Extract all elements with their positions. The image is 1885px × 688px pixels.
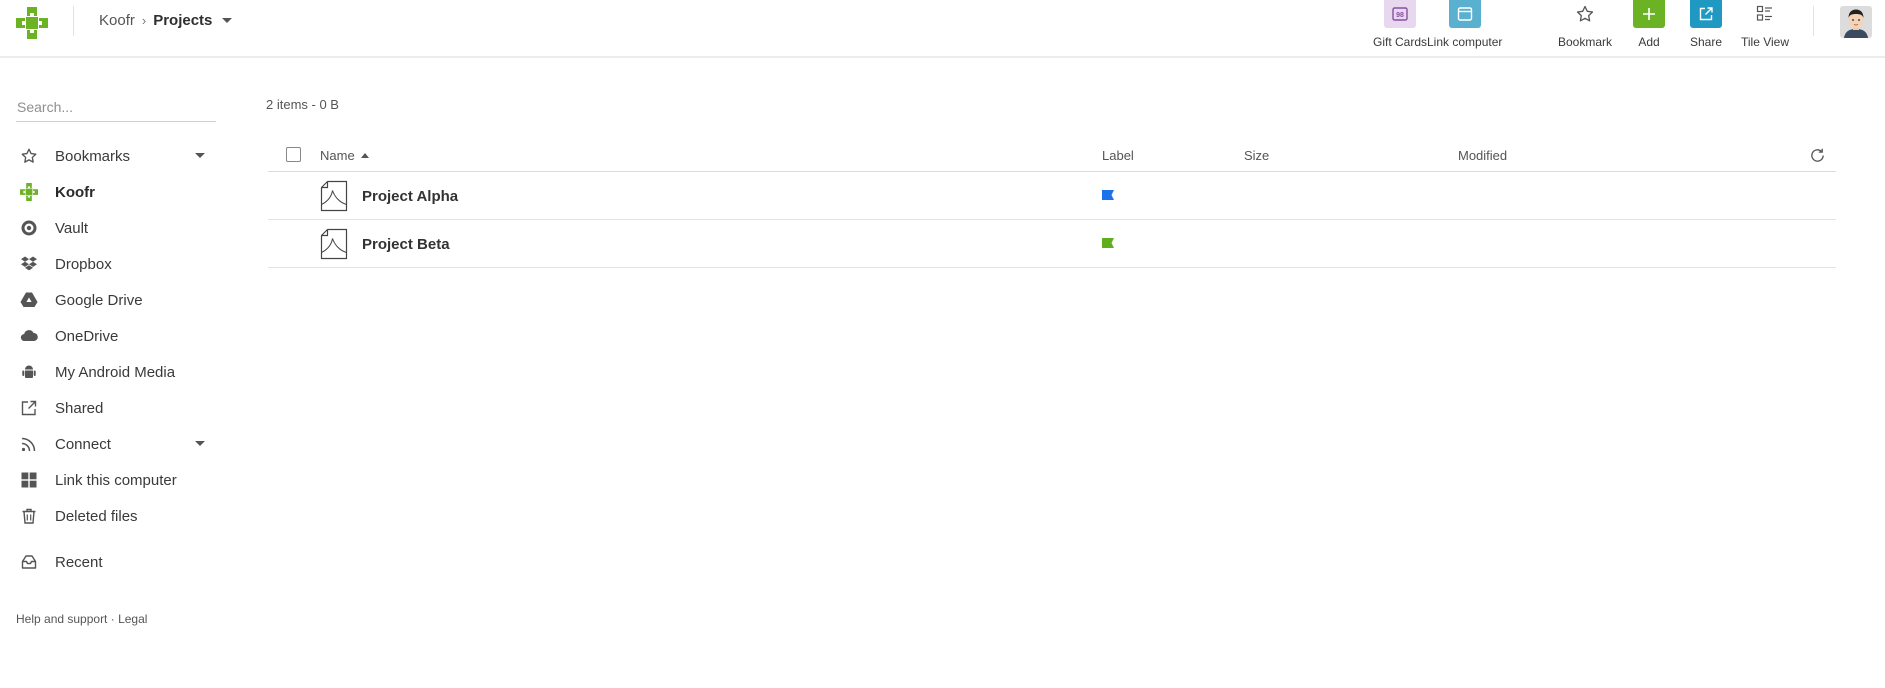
breadcrumb-separator: › [141, 13, 147, 28]
sidebar-item-shared[interactable]: Shared [20, 390, 210, 426]
koofr-logo-icon[interactable] [16, 7, 48, 39]
vault-icon [20, 219, 38, 237]
link-computer-label: Link computer [1427, 35, 1503, 49]
items-summary: 2 items - 0 B [266, 97, 339, 112]
table-row[interactable]: Project Beta [268, 220, 1836, 268]
svg-text:98: 98 [1396, 12, 1404, 19]
table-header: Name Label Size Modified [268, 140, 1836, 172]
sidebar-item-deleted-files[interactable]: Deleted files [20, 498, 210, 534]
column-size[interactable]: Size [1244, 148, 1269, 163]
add-button[interactable]: Add [1633, 0, 1665, 49]
chevron-down-icon[interactable] [222, 18, 233, 23]
tile-view-label: Tile View [1741, 35, 1790, 49]
sidebar-item-my-android-media[interactable]: My Android Media [20, 354, 210, 390]
tile-view-button[interactable]: Tile View [1741, 0, 1789, 49]
sidebar-item-label: Connect [55, 435, 111, 453]
link-computer-button[interactable]: Link computer [1427, 0, 1502, 49]
recent-icon [20, 553, 38, 571]
sidebar-item-label: Link this computer [55, 471, 177, 489]
sidebar-item-connect[interactable]: Connect [20, 426, 210, 462]
sort-ascending-icon [360, 153, 369, 158]
trash-icon [20, 507, 38, 525]
label-flag-icon[interactable] [1102, 190, 1114, 200]
add-label: Add [1638, 35, 1660, 49]
window-icon [1448, 0, 1481, 28]
sidebar-item-label: OneDrive [55, 327, 119, 345]
gift-card-icon: 98 [1384, 0, 1416, 28]
gift-cards-button[interactable]: 98 Gift Cards [1373, 0, 1427, 49]
file-name[interactable]: Project Alpha [362, 188, 458, 205]
share-icon [1690, 0, 1723, 28]
sidebar-item-google-drive[interactable]: Google Drive [20, 282, 210, 318]
google-drive-icon [20, 291, 38, 309]
sidebar-item-label: Recent [55, 553, 103, 571]
chevron-down-icon[interactable] [195, 153, 205, 158]
android-icon [20, 363, 38, 381]
sidebar-item-dropbox[interactable]: Dropbox [20, 246, 210, 282]
star-outline-icon [1569, 0, 1601, 28]
share-label: Share [1690, 35, 1723, 49]
share-button[interactable]: Share [1690, 0, 1722, 49]
select-all-checkbox[interactable] [286, 147, 301, 162]
sidebar-item-vault[interactable]: Vault [20, 210, 210, 246]
sidebar-item-label: Bookmarks [55, 147, 131, 165]
label-flag-icon[interactable] [1102, 238, 1114, 248]
sidebar-item-label: Vault [55, 219, 89, 237]
breadcrumb: Koofr › Projects [99, 12, 233, 29]
share-outline-icon [20, 399, 38, 417]
bookmark-button[interactable]: Bookmark [1558, 0, 1612, 49]
breadcrumb-root[interactable]: Koofr [99, 12, 135, 29]
sidebar-item-onedrive[interactable]: OneDrive [20, 318, 210, 354]
sidebar-item-label: My Android Media [55, 363, 176, 381]
star-outline-icon [20, 147, 38, 165]
tile-view-icon [1749, 0, 1781, 28]
rss-icon [20, 435, 38, 453]
cloud-icon [20, 327, 38, 345]
chevron-down-icon[interactable] [195, 441, 205, 446]
sidebar-item-label: Deleted files [55, 507, 138, 525]
sidebar-item-link-this-computer[interactable]: Link this computer [20, 462, 210, 498]
legal-link[interactable]: Legal [118, 612, 147, 626]
search-input[interactable] [16, 92, 216, 122]
sidebar-item-label: Google Drive [55, 291, 143, 309]
breadcrumb-current[interactable]: Projects [153, 12, 212, 29]
column-name-label: Name [320, 148, 355, 163]
column-name[interactable]: Name [320, 148, 369, 163]
header-divider [73, 6, 74, 36]
sidebar-item-label: Shared [55, 399, 104, 417]
help-and-support-link[interactable]: Help and support [16, 612, 107, 626]
file-icon [320, 228, 348, 260]
gift-cards-label: Gift Cards [1373, 35, 1428, 49]
top-header: Koofr › Projects 98 Gift Cards Link comp… [0, 0, 1885, 58]
table-row[interactable]: Project Alpha [268, 172, 1836, 220]
koofr-logo-icon [20, 183, 38, 201]
header-divider-right [1813, 6, 1814, 36]
sidebar-item-label: Koofr [55, 183, 95, 201]
plus-icon [1633, 0, 1665, 28]
sidebar-item-label: Dropbox [55, 255, 112, 273]
sidebar-nav: Bookmarks Koofr Vault Dropbox Google Dri… [20, 138, 210, 580]
windows-icon [20, 471, 38, 489]
sidebar-item-koofr[interactable]: Koofr [20, 174, 210, 210]
file-name[interactable]: Project Beta [362, 236, 450, 253]
bookmark-label: Bookmark [1558, 35, 1613, 49]
sidebar-item-recent[interactable]: Recent [20, 544, 210, 580]
file-table: Name Label Size Modified Project Alpha P… [268, 140, 1836, 268]
avatar[interactable] [1840, 6, 1872, 38]
sidebar-item-bookmarks[interactable]: Bookmarks [20, 138, 210, 174]
column-modified[interactable]: Modified [1458, 148, 1507, 163]
column-label[interactable]: Label [1102, 148, 1134, 163]
sidebar-footer: Help and support · Legal [16, 612, 147, 626]
refresh-icon[interactable] [1809, 147, 1826, 167]
dropbox-icon [20, 255, 38, 273]
file-icon [320, 180, 348, 212]
footer-separator: · [107, 612, 119, 626]
